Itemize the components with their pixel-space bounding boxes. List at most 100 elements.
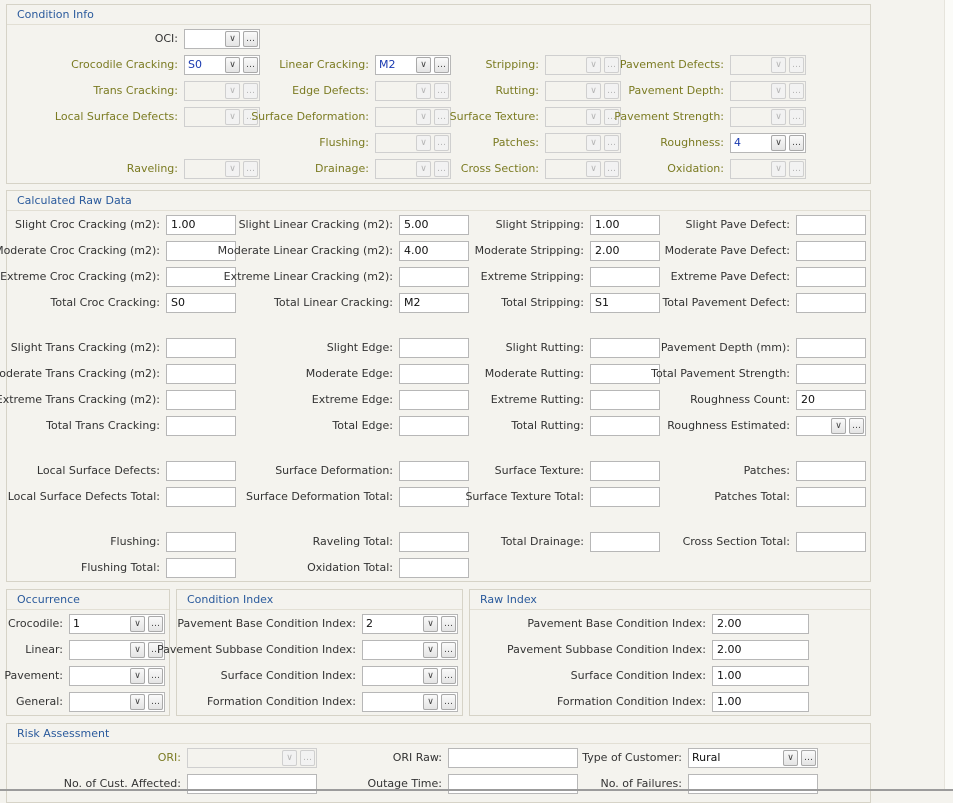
occ-general-combo[interactable]: ∨… [69, 692, 165, 712]
ellipsis-icon[interactable]: … [148, 616, 163, 632]
chevron-down-icon[interactable]: ∨ [423, 642, 438, 658]
surface-texture-label: Surface Texture: [494, 464, 584, 477]
rd-roughness-estimated-combo[interactable]: ∨… [796, 416, 866, 436]
chevron-down-icon[interactable]: ∨ [130, 694, 145, 710]
ci-pavement-defects-combo: ∨… [730, 55, 806, 75]
chevron-down-icon[interactable]: ∨ [130, 642, 145, 658]
rd-total-rutting-input[interactable] [590, 416, 660, 436]
rd-total-linear-cracking-input[interactable]: M2 [399, 293, 469, 313]
rd-moderate-trans-cracking-input[interactable] [166, 364, 236, 384]
risk-no-of-failures-input[interactable] [688, 774, 818, 794]
ellipsis-icon[interactable]: … [441, 616, 456, 632]
rd-extreme-linear-cracking-input[interactable] [399, 267, 469, 287]
rd-total-trans-cracking-input[interactable] [166, 416, 236, 436]
rd-total-pavement-strength-input[interactable] [796, 364, 866, 384]
rd-pavement-depth-input[interactable] [796, 338, 866, 358]
chevron-down-icon[interactable]: ∨ [130, 668, 145, 684]
ellipsis-icon[interactable]: … [801, 750, 816, 766]
chevron-down-icon[interactable]: ∨ [423, 616, 438, 632]
ellipsis-icon[interactable]: … [441, 668, 456, 684]
rd-local-surface-defects-input[interactable] [166, 461, 236, 481]
rd-moderate-stripping-input[interactable]: 2.00 [590, 241, 660, 261]
ellipsis-icon[interactable]: … [789, 135, 804, 151]
rd-oxidation-total-input[interactable] [399, 558, 469, 578]
extreme-pave-defect-label: Extreme Pave Defect: [670, 270, 790, 283]
rd-flushing-total-input[interactable] [166, 558, 236, 578]
rd-slight-croc-cracking-input[interactable]: 1.00 [166, 215, 236, 235]
rd-local-surface-defects-total-input[interactable] [166, 487, 236, 507]
rd-total-drainage-input[interactable] [590, 532, 660, 552]
rd-extreme-pave-defect-input[interactable] [796, 267, 866, 287]
rd-slight-stripping-input[interactable]: 1.00 [590, 215, 660, 235]
chevron-down-icon[interactable]: ∨ [831, 418, 846, 434]
linear-label: Linear: [25, 643, 63, 656]
rd-slight-rutting-input[interactable] [590, 338, 660, 358]
scroll-area [944, 0, 953, 789]
rd-raveling-total-input[interactable] [399, 532, 469, 552]
rd-extreme-rutting-input[interactable] [590, 390, 660, 410]
ci-roughness-combo[interactable]: 4 ∨… [730, 133, 806, 153]
cidx-formation-condition-index-combo[interactable]: ∨… [362, 692, 458, 712]
occ-pavement-combo[interactable]: ∨… [69, 666, 165, 686]
rd-surface-texture-total-input[interactable] [590, 487, 660, 507]
ellipsis-icon[interactable]: … [434, 57, 449, 73]
ellipsis-icon[interactable]: … [849, 418, 864, 434]
rd-slight-trans-cracking-input[interactable] [166, 338, 236, 358]
rd-moderate-pave-defect-input[interactable] [796, 241, 866, 261]
ridx-surface-condition-index-input[interactable]: 1.00 [712, 666, 809, 686]
rd-total-stripping-input[interactable]: S1 [590, 293, 660, 313]
ellipsis-icon[interactable]: … [441, 694, 456, 710]
ridx-pavement-subbase-condition-index-input[interactable]: 2.00 [712, 640, 809, 660]
rd-flushing-input[interactable] [166, 532, 236, 552]
risk-outage-time-input[interactable] [448, 774, 578, 794]
rd-roughness-count-input[interactable]: 20 [796, 390, 866, 410]
rd-patches-total-input[interactable] [796, 487, 866, 507]
cidx-surface-condition-index-combo[interactable]: ∨… [362, 666, 458, 686]
rd-slight-pave-defect-input[interactable] [796, 215, 866, 235]
rd-total-croc-cracking-input[interactable]: S0 [166, 293, 236, 313]
chevron-down-icon[interactable]: ∨ [423, 694, 438, 710]
rd-moderate-edge-input[interactable] [399, 364, 469, 384]
rd-extreme-edge-input[interactable] [399, 390, 469, 410]
ridx-pavement-base-condition-index-input[interactable]: 2.00 [712, 614, 809, 634]
chevron-down-icon[interactable]: ∨ [783, 750, 798, 766]
rd-slight-edge-input[interactable] [399, 338, 469, 358]
cidx-pavement-subbase-condition-index-combo[interactable]: ∨… [362, 640, 458, 660]
chevron-down-icon[interactable]: ∨ [771, 135, 786, 151]
panel-title: Condition Info [17, 8, 94, 21]
chevron-down-icon[interactable]: ∨ [416, 57, 431, 73]
ci-linear-cracking-combo[interactable]: M2 ∨… [375, 55, 451, 75]
pavement-subbase-condition-index-label: Pavement Subbase Condition Index: [156, 643, 356, 656]
rd-total-pavement-defect-input[interactable] [796, 293, 866, 313]
chevron-down-icon[interactable]: ∨ [130, 616, 145, 632]
rd-total-edge-input[interactable] [399, 416, 469, 436]
rd-surface-deformation-input[interactable] [399, 461, 469, 481]
chevron-down-icon[interactable]: ∨ [423, 668, 438, 684]
rd-surface-deformation-total-input[interactable] [399, 487, 469, 507]
rd-patches-input[interactable] [796, 461, 866, 481]
rd-moderate-rutting-input[interactable] [590, 364, 660, 384]
rd-moderate-linear-cracking-input[interactable]: 4.00 [399, 241, 469, 261]
risk-type-of-customer-combo[interactable]: Rural ∨… [688, 748, 818, 768]
rd-extreme-stripping-input[interactable] [590, 267, 660, 287]
chevron-down-icon[interactable]: ∨ [225, 57, 240, 73]
rd-slight-linear-cracking-input[interactable]: 5.00 [399, 215, 469, 235]
cidx-pavement-base-condition-index-combo[interactable]: 2 ∨… [362, 614, 458, 634]
ellipsis-icon[interactable]: … [441, 642, 456, 658]
total-drainage-label: Total Drainage: [500, 535, 584, 548]
ci-crocodile-cracking-combo[interactable]: S0 ∨… [184, 55, 260, 75]
rd-cross-section-total-input[interactable] [796, 532, 866, 552]
rd-extreme-trans-cracking-input[interactable] [166, 390, 236, 410]
ci-oci-combo[interactable]: ∨… [184, 29, 260, 49]
rd-surface-texture-input[interactable] [590, 461, 660, 481]
occ-linear-combo[interactable]: ∨… [69, 640, 165, 660]
risk-no-of-cust-affected-input[interactable] [187, 774, 317, 794]
ellipsis-icon[interactable]: … [243, 57, 258, 73]
chevron-down-icon[interactable]: ∨ [225, 31, 240, 47]
ellipsis-icon[interactable]: … [148, 694, 163, 710]
risk-ori-raw-input[interactable] [448, 748, 578, 768]
ridx-formation-condition-index-input[interactable]: 1.00 [712, 692, 809, 712]
ellipsis-icon[interactable]: … [243, 31, 258, 47]
ellipsis-icon[interactable]: … [148, 668, 163, 684]
occ-crocodile-combo[interactable]: 1 ∨… [69, 614, 165, 634]
